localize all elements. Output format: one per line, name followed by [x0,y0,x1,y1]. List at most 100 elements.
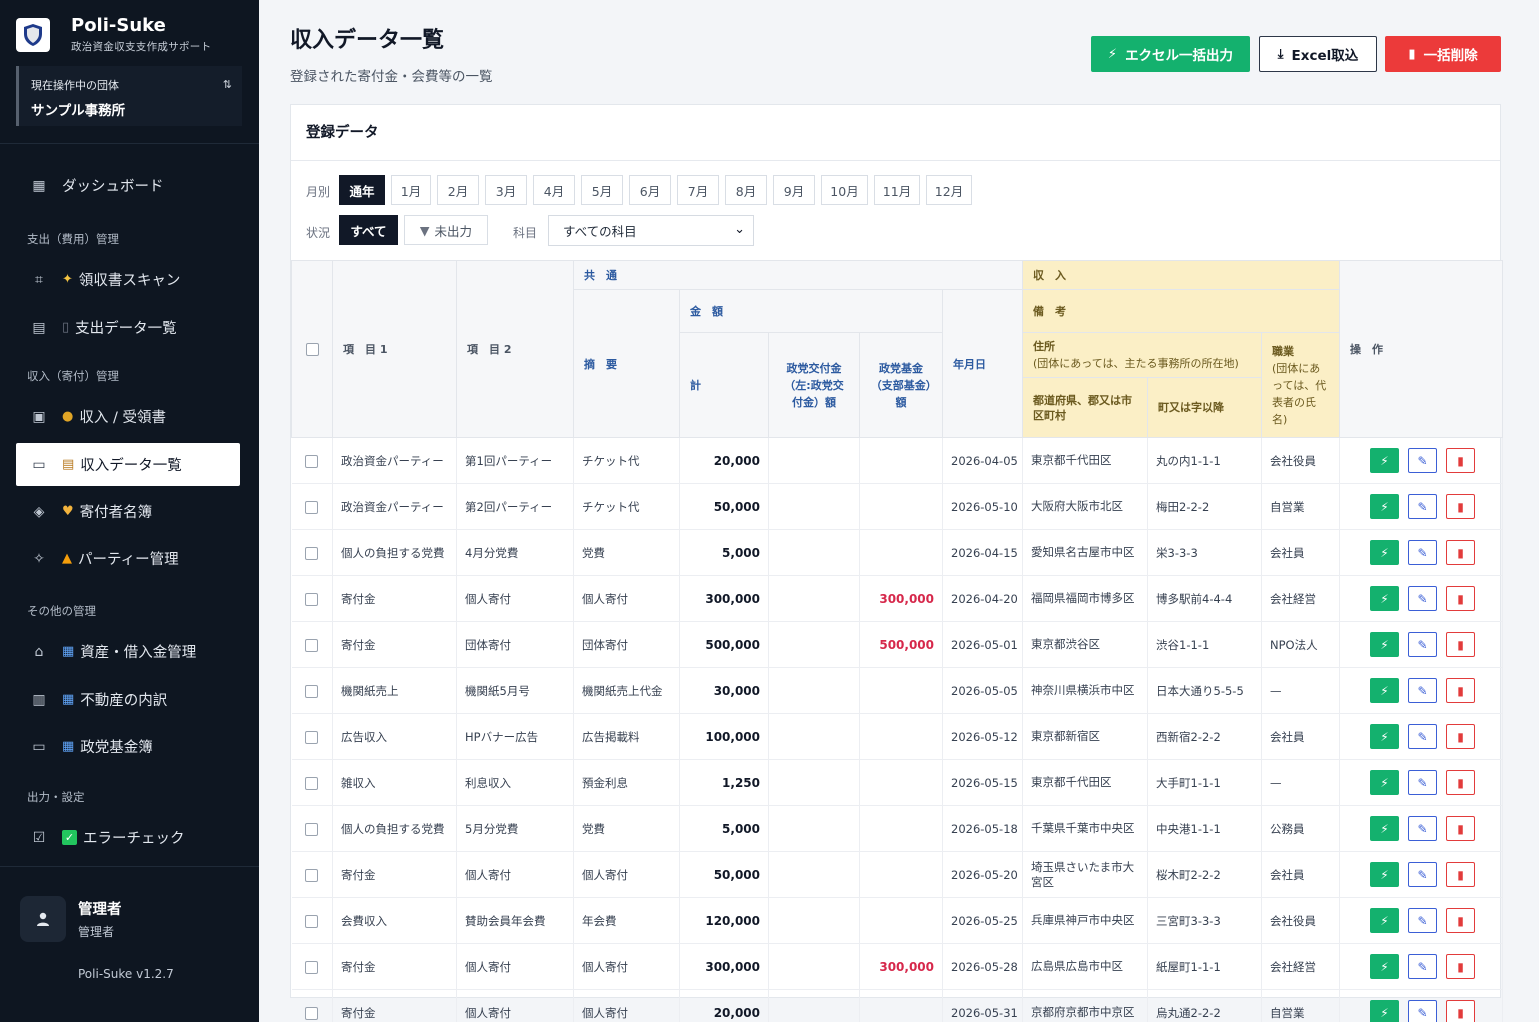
export-row-button[interactable]: ⚡ [1370,954,1400,979]
delete-row-button[interactable]: ▮ [1446,540,1476,565]
row-checkbox[interactable] [305,868,319,882]
row-checkbox[interactable] [305,730,319,744]
export-row-button[interactable]: ⚡ [1370,724,1400,749]
edit-row-button[interactable]: ✎ [1408,632,1438,657]
cell-summary: 預金利息 [573,759,680,806]
delete-row-button[interactable]: ▮ [1446,954,1476,979]
edit-row-button[interactable]: ✎ [1408,954,1438,979]
export-row-button[interactable]: ⚡ [1370,862,1400,887]
month-chip-11[interactable]: 11月 [874,175,920,205]
cell-summary: 個人寄付 [573,943,680,990]
edit-row-button[interactable]: ✎ [1408,770,1438,795]
subject-select[interactable]: すべての科目 ⌄ [548,215,754,246]
row-checkbox[interactable] [305,684,319,698]
bulk-delete-label: 一括削除 [1423,48,1478,64]
export-row-button[interactable]: ⚡ [1370,1000,1400,1022]
export-row-button[interactable]: ⚡ [1370,908,1400,933]
brand[interactable]: Poli-Suke 政治資金収支支作成サポート [16,16,211,54]
month-chip-1[interactable]: 1月 [391,175,431,205]
cell-item1: 会費収入 [332,897,457,944]
month-chip-3[interactable]: 3月 [485,175,527,205]
sidebar-item-expense-list[interactable]: ▤ ▯ 支出データ一覧 [16,306,240,349]
edit-row-button[interactable]: ✎ [1408,908,1438,933]
delete-row-button[interactable]: ▮ [1446,862,1476,887]
sidebar-item-donor-list[interactable]: ◈ ♥ 寄付者名簿 [16,490,240,533]
export-row-button[interactable]: ⚡ [1370,448,1400,473]
cell-total: 1,250 [679,759,769,806]
delete-row-button[interactable]: ▮ [1446,494,1476,519]
export-row-button[interactable]: ⚡ [1370,632,1400,657]
cell-job: 会社経営 [1261,575,1341,622]
row-checkbox[interactable] [305,592,319,606]
edit-row-button[interactable]: ✎ [1408,540,1438,565]
delete-row-button[interactable]: ▮ [1446,448,1476,473]
sidebar-item-fund[interactable]: ▭ ▦ 政党基金簿 [16,725,240,768]
sidebar-item-error-check[interactable]: ☑ ✓ エラーチェック [16,816,240,859]
bulk-delete-button[interactable]: ▮ 一括削除 [1385,36,1501,72]
month-chip-all[interactable]: 通年 [339,175,385,205]
month-chip-6[interactable]: 6月 [629,175,671,205]
month-chip-8[interactable]: 8月 [725,175,767,205]
edit-row-button[interactable]: ✎ [1408,1000,1438,1022]
cell-party-grant [768,575,860,622]
cell-ops: ⚡ ✎ ▮ [1339,989,1504,1022]
month-chip-9[interactable]: 9月 [773,175,815,205]
user-profile[interactable]: 管理者 管理者 [20,896,122,942]
delete-row-button[interactable]: ▮ [1446,1000,1476,1022]
delete-row-button[interactable]: ▮ [1446,632,1476,657]
edit-row-button[interactable]: ✎ [1408,678,1438,703]
grid-icon: ▦ [62,739,75,754]
shield-logo-icon [16,18,50,52]
cell-pref: 愛知県名古屋市中区 [1022,529,1149,576]
sidebar-item-income-receipt[interactable]: ▣ ● 収入 / 受領書 [16,395,240,438]
select-all-checkbox[interactable] [305,342,319,356]
row-checkbox[interactable] [305,454,319,468]
month-chip-7[interactable]: 7月 [677,175,719,205]
export-row-button[interactable]: ⚡ [1370,540,1400,565]
sidebar-item-receipt-scan[interactable]: ⌗ ✦ 領収書スキャン [16,258,240,301]
sidebar-item-dashboard[interactable]: ▦ ダッシュボード [16,164,240,207]
status-chip-all[interactable]: すべて [339,215,398,245]
export-row-button[interactable]: ⚡ [1370,586,1400,611]
sidebar-item-realestate[interactable]: ▥ ▦ 不動産の内訳 [16,678,240,721]
edit-row-button[interactable]: ✎ [1408,494,1438,519]
sidebar-item-party[interactable]: ✧ ▲ パーティー管理 [16,537,240,580]
delete-row-button[interactable]: ▮ [1446,816,1476,841]
row-checkbox[interactable] [305,500,319,514]
export-row-button[interactable]: ⚡ [1370,494,1400,519]
month-chip-5[interactable]: 5月 [581,175,623,205]
sidebar-item-assets[interactable]: ⌂ ▦ 資産・借入金管理 [16,630,240,673]
month-chip-10[interactable]: 10月 [821,175,868,205]
export-row-button[interactable]: ⚡ [1370,816,1400,841]
export-row-button[interactable]: ⚡ [1370,678,1400,703]
user-name: 管理者 [78,902,122,918]
delete-row-button[interactable]: ▮ [1446,724,1476,749]
edit-row-button[interactable]: ✎ [1408,448,1438,473]
row-checkbox[interactable] [305,960,319,974]
edit-row-button[interactable]: ✎ [1408,816,1438,841]
row-checkbox[interactable] [305,546,319,560]
row-checkbox[interactable] [305,822,319,836]
delete-row-button[interactable]: ▮ [1446,770,1476,795]
org-switcher[interactable]: 現在操作中の団体 サンプル事務所 ⇅ [16,66,242,126]
month-chip-12[interactable]: 12月 [926,175,972,205]
export-excel-button[interactable]: ⚡ エクセル一括出力 [1091,36,1250,72]
import-excel-button[interactable]: ⤓ Excel取込 [1259,36,1377,72]
row-checkbox-cell [291,713,333,760]
month-chip-2[interactable]: 2月 [437,175,479,205]
month-chip-4[interactable]: 4月 [533,175,575,205]
row-checkbox[interactable] [305,1006,319,1020]
delete-row-button[interactable]: ▮ [1446,586,1476,611]
status-chip-unexported[interactable]: ▼ 未出力 [404,215,488,245]
delete-row-button[interactable]: ▮ [1446,908,1476,933]
export-row-button[interactable]: ⚡ [1370,770,1400,795]
edit-row-button[interactable]: ✎ [1408,586,1438,611]
row-checkbox[interactable] [305,914,319,928]
row-checkbox[interactable] [305,638,319,652]
row-checkbox[interactable] [305,776,319,790]
edit-row-button[interactable]: ✎ [1408,862,1438,887]
sidebar-item-income-list[interactable]: ▭ ▤ 収入データ一覧 [16,443,240,486]
edit-row-button[interactable]: ✎ [1408,724,1438,749]
delete-row-button[interactable]: ▮ [1446,678,1476,703]
cell-item1: 政治資金パーティー [332,437,457,484]
